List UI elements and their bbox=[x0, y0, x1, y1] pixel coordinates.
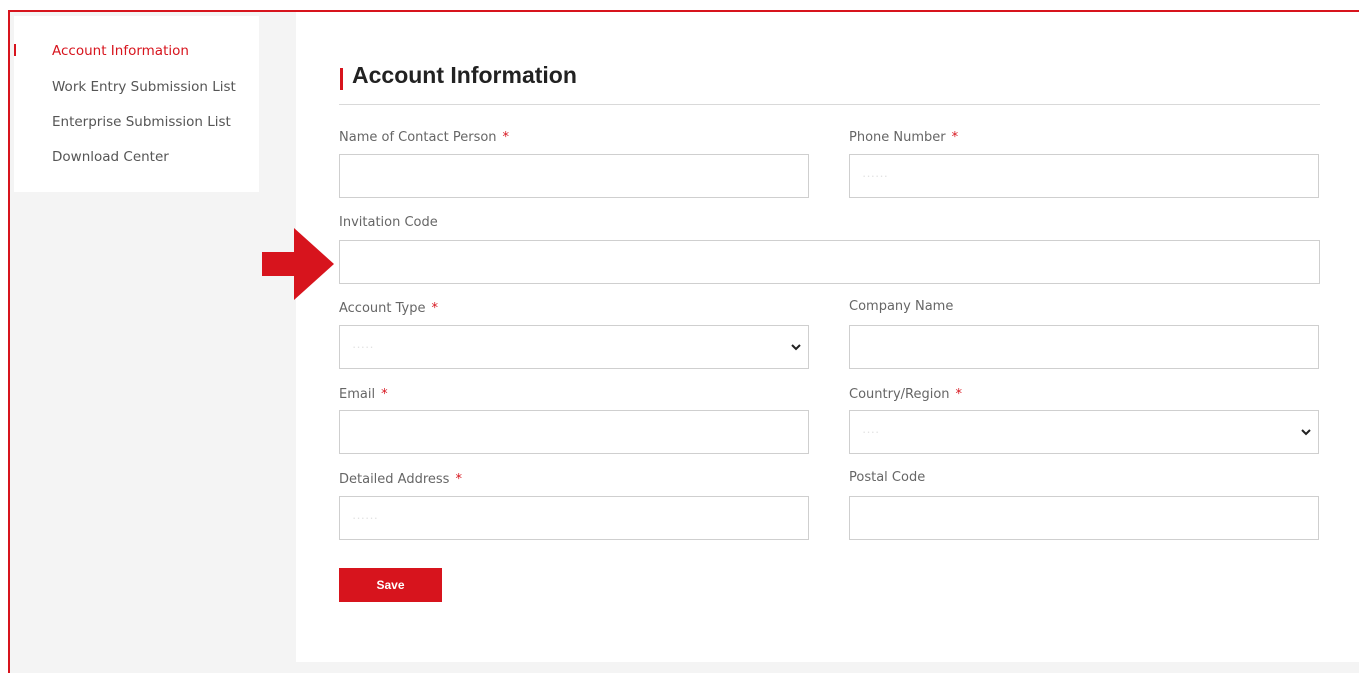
required-mark: * bbox=[455, 472, 462, 487]
account-type-select[interactable]: ····· bbox=[339, 325, 809, 369]
phone-field[interactable]: ······ bbox=[849, 154, 1319, 198]
account-type-value: ····· bbox=[352, 339, 374, 354]
detailed-address-label-text: Detailed Address bbox=[339, 472, 450, 487]
required-mark: * bbox=[502, 130, 510, 145]
sidebar-item-enterprise-submission-list[interactable]: Enterprise Submission List bbox=[52, 114, 231, 130]
postal-code-label: Postal Code bbox=[849, 470, 926, 485]
main-panel: Account Information Name of Contact Pers… bbox=[296, 12, 1359, 662]
chevron-down-icon bbox=[1301, 429, 1311, 436]
company-name-field[interactable] bbox=[849, 325, 1319, 369]
required-mark: * bbox=[431, 301, 438, 316]
phone-label-text: Phone Number bbox=[849, 130, 946, 145]
contact-name-label: Name of Contact Person * bbox=[339, 130, 509, 145]
required-mark: * bbox=[381, 387, 388, 402]
country-region-label: Country/Region * bbox=[849, 387, 962, 402]
company-name-label: Company Name bbox=[849, 299, 954, 314]
phone-label: Phone Number * bbox=[849, 130, 958, 145]
phone-value: ······ bbox=[862, 168, 888, 183]
invitation-code-label: Invitation Code bbox=[339, 215, 438, 230]
postal-code-field[interactable] bbox=[849, 496, 1319, 540]
account-type-label-text: Account Type bbox=[339, 301, 426, 316]
contact-name-field[interactable] bbox=[339, 154, 809, 198]
required-mark: * bbox=[951, 130, 959, 145]
invitation-code-field[interactable] bbox=[339, 240, 1320, 284]
country-region-value: ···· bbox=[862, 424, 880, 439]
chevron-down-icon bbox=[791, 344, 801, 351]
country-region-label-text: Country/Region bbox=[849, 387, 950, 402]
active-item-marker bbox=[14, 44, 16, 56]
email-field[interactable] bbox=[339, 410, 809, 454]
account-type-label: Account Type * bbox=[339, 301, 438, 316]
detailed-address-field[interactable]: ······ bbox=[339, 496, 809, 540]
page-title: Account Information bbox=[352, 62, 577, 88]
contact-name-label-text: Name of Contact Person bbox=[339, 130, 497, 145]
country-region-select[interactable]: ···· bbox=[849, 410, 1319, 454]
sidebar: Account Information Work Entry Submissio… bbox=[14, 16, 259, 192]
sidebar-item-account-information[interactable]: Account Information bbox=[52, 43, 189, 59]
title-divider bbox=[339, 104, 1320, 105]
sidebar-item-work-entry-submission-list[interactable]: Work Entry Submission List bbox=[52, 79, 236, 95]
required-mark: * bbox=[955, 387, 963, 402]
email-label: Email * bbox=[339, 387, 388, 402]
sidebar-item-download-center[interactable]: Download Center bbox=[52, 149, 169, 165]
save-button[interactable]: Save bbox=[339, 568, 442, 602]
detailed-address-value: ······ bbox=[352, 510, 378, 525]
red-arrow-icon bbox=[262, 228, 334, 300]
detailed-address-label: Detailed Address * bbox=[339, 472, 462, 487]
email-label-text: Email bbox=[339, 387, 376, 402]
title-accent-bar bbox=[340, 68, 343, 90]
